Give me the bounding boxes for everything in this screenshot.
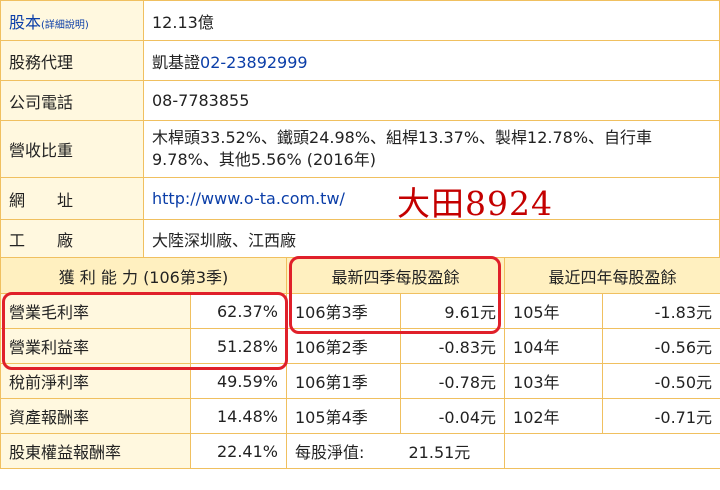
profit-name: 股東權益報酬率 <box>0 433 191 469</box>
profit-header: 獲 利 能 力 (106第3季) <box>0 257 287 294</box>
label-website: 網 址 <box>0 177 144 220</box>
nav-value: 21.51元 <box>400 433 506 469</box>
highlight-box-eps <box>289 256 501 334</box>
eps4y-value: -1.83元 <box>602 293 720 329</box>
profit-value: 14.48% <box>190 398 287 434</box>
eps4y-value: -0.50元 <box>602 363 720 399</box>
eps4q-period: 105第4季 <box>286 398 401 434</box>
capital-link[interactable]: 股本(詳細說明) <box>9 13 89 32</box>
label-stock-agent: 股務代理 <box>0 40 144 81</box>
empty-cell <box>504 433 720 469</box>
label-factory: 工 廠 <box>0 219 144 258</box>
profit-value: 22.41% <box>190 433 287 469</box>
eps4y-year: 103年 <box>504 363 604 399</box>
nav-label: 每股淨值: <box>286 433 401 469</box>
website-link[interactable]: http://www.o-ta.com.tw/ <box>152 189 345 208</box>
value-capital: 12.13億 <box>143 0 720 41</box>
value-stock-agent: 凱基證02-23892999 <box>143 40 720 81</box>
eps4y-value: -0.56元 <box>602 328 720 364</box>
value-revenue-mix: 木桿頭33.52%、鐵頭24.98%、組桿13.37%、製桿12.78%、自行車… <box>143 120 720 178</box>
eps4y-year: 105年 <box>504 293 604 329</box>
revenue-mix-line2: 9.78%、其他5.56% (2016年) <box>152 150 376 169</box>
label-phone: 公司電話 <box>0 80 144 121</box>
eps4q-period: 106第1季 <box>286 363 401 399</box>
eps4y-value: -0.71元 <box>602 398 720 434</box>
profit-name: 資產報酬率 <box>0 398 191 434</box>
highlight-box-margins <box>2 292 288 370</box>
value-factory: 大陸深圳廠、江西廠 <box>143 219 720 258</box>
stock-agent-phone-link[interactable]: 02-23892999 <box>200 53 308 72</box>
label-capital[interactable]: 股本(詳細說明) <box>0 0 144 41</box>
stock-code-stamp: 大田8924 <box>397 184 553 223</box>
value-phone: 08-7783855 <box>143 80 720 121</box>
eps4y-year: 102年 <box>504 398 604 434</box>
stock-agent-name: 凱基證 <box>152 52 201 72</box>
eps4q-value: -0.04元 <box>399 398 506 434</box>
eps4y-year: 104年 <box>504 328 604 364</box>
company-info-table: 股本(詳細說明) 12.13億 股務代理 凱基證02-23892999 公司電話… <box>0 0 720 258</box>
eps4q-value: -0.78元 <box>399 363 506 399</box>
eps4y-header: 最近四年每股盈餘 <box>504 257 720 294</box>
label-revenue-mix: 營收比重 <box>0 120 144 178</box>
revenue-mix-line1: 木桿頭33.52%、鐵頭24.98%、組桿13.37%、製桿12.78%、自行車 <box>152 128 653 147</box>
